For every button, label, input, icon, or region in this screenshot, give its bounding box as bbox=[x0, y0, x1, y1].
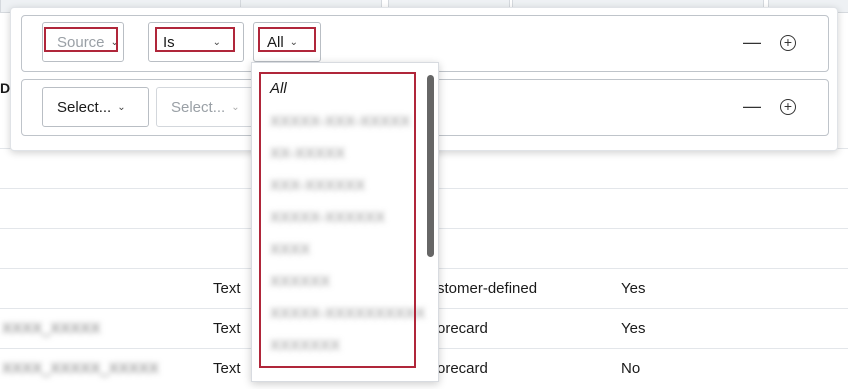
row-flag: Yes bbox=[621, 280, 646, 297]
dropdown-option[interactable]: XXX-XXXXXX bbox=[270, 177, 365, 194]
dropdown-option[interactable]: XXXX bbox=[270, 241, 310, 258]
remove-row-button[interactable]: — bbox=[743, 97, 761, 116]
chevron-down-icon: ⌄ bbox=[212, 36, 222, 48]
row-flag: No bbox=[621, 360, 641, 377]
add-row-button[interactable]: + bbox=[780, 35, 796, 51]
row-name: XXXX_XXXXX bbox=[2, 320, 101, 337]
source-select-label: Source bbox=[57, 33, 105, 51]
row-origin: orecard bbox=[437, 360, 488, 377]
dropdown-option[interactable]: XXXXX-XXX-XXXXX bbox=[270, 113, 410, 130]
add-row-button[interactable]: + bbox=[780, 99, 796, 115]
dropdown-option-all[interactable]: All bbox=[270, 80, 287, 97]
chevron-down-icon: ⌄ bbox=[231, 101, 240, 113]
row-type: Text bbox=[213, 320, 241, 337]
dropdown-option[interactable]: XXXXXX bbox=[270, 273, 330, 290]
chevron-down-icon: ⌄ bbox=[110, 36, 119, 48]
operator-select-label: Select... bbox=[171, 98, 226, 116]
chevron-down-icon: ⌄ bbox=[289, 36, 299, 48]
source-select-label: Select... bbox=[57, 98, 112, 116]
value-dropdown-menu: All XXXXX-XXX-XXXXX XX-XXXXX XXX-XXXXXX … bbox=[251, 62, 439, 382]
remove-row-button[interactable]: — bbox=[743, 33, 761, 52]
row-origin: stomer-defined bbox=[437, 280, 538, 297]
row-flag: Yes bbox=[621, 320, 646, 337]
operator-select[interactable]: Is ⌄ bbox=[148, 22, 244, 62]
value-select-label: All bbox=[267, 33, 284, 51]
source-select[interactable]: Source ⌄ bbox=[42, 22, 124, 62]
dropdown-option[interactable]: XXXXX-XXXXXX bbox=[270, 209, 385, 226]
source-select[interactable]: Select... ⌄ bbox=[42, 87, 149, 127]
row-origin: orecard bbox=[437, 320, 488, 337]
operator-select-label: Is bbox=[163, 33, 175, 51]
row-name: XXXX_XXXXX_XXXXX bbox=[2, 360, 159, 377]
row-type: Text bbox=[213, 360, 241, 377]
chevron-down-icon: ⌄ bbox=[117, 101, 126, 113]
dropdown-scrollbar[interactable] bbox=[427, 75, 434, 257]
value-select[interactable]: All ⌄ bbox=[253, 22, 321, 62]
row-type: Text bbox=[213, 280, 241, 297]
dropdown-option[interactable]: XX-XXXXX bbox=[270, 145, 345, 162]
dropdown-option[interactable]: XXXXX-XXXXXXXXXX bbox=[270, 305, 425, 322]
dropdown-option[interactable]: XXXXXXX bbox=[270, 337, 340, 354]
operator-select: Select... ⌄ bbox=[156, 87, 262, 127]
